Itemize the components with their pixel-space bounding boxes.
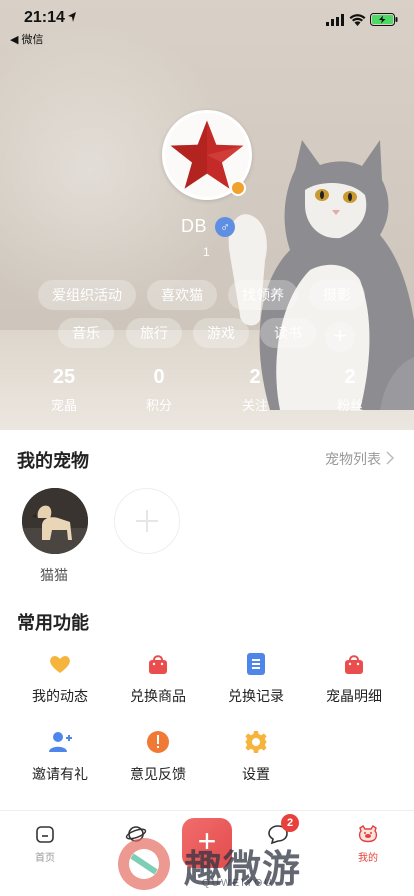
stat-label: 粉丝 xyxy=(336,398,363,413)
stat-followers[interactable]: 2 粉丝 xyxy=(310,366,390,414)
stat-label: 宠晶 xyxy=(50,398,77,413)
status-bar: 21:14 ◀ 微信 xyxy=(0,0,414,47)
gear-icon xyxy=(245,731,267,753)
interest-tag[interactable]: 游戏 xyxy=(193,318,249,348)
func-crystal-details[interactable]: 宠晶明细 xyxy=(304,652,404,706)
func-label: 兑换商品 xyxy=(130,688,186,704)
user-id: 1 xyxy=(203,245,210,259)
func-label: 宠晶明细 xyxy=(326,688,382,704)
func-feedback[interactable]: 意见反馈 xyxy=(108,730,208,784)
exclamation-icon xyxy=(147,731,169,753)
func-label: 意见反馈 xyxy=(130,766,186,782)
pet-avatar[interactable] xyxy=(22,488,88,554)
home-icon xyxy=(36,826,54,843)
interest-tag[interactable]: 摄影 xyxy=(309,280,365,310)
stat-points[interactable]: 0 积分 xyxy=(119,366,199,414)
stat-following[interactable]: 2 关注 xyxy=(215,366,295,414)
signal-icon xyxy=(326,14,344,26)
profile-header: 21:14 ◀ 微信 DB ♂ 1 爱组织活动 喜欢猫 找领养 摄影 音乐 旅行… xyxy=(0,0,414,430)
document-icon xyxy=(247,653,265,675)
stat-value: 2 xyxy=(344,366,356,388)
stat-label: 积分 xyxy=(145,398,172,413)
watermark-subtext: QUWEIYOU xyxy=(202,878,274,889)
interest-tag[interactable]: 旅行 xyxy=(126,318,182,348)
func-redeem-records[interactable]: 兑换记录 xyxy=(206,652,306,706)
dog-photo xyxy=(22,488,88,554)
add-pet-button[interactable] xyxy=(114,488,180,554)
pet-list-link[interactable]: 宠物列表 xyxy=(325,449,381,469)
my-pets-title: 我的宠物 xyxy=(17,451,89,471)
pig-icon xyxy=(358,825,378,843)
interest-tag[interactable]: 找领养 xyxy=(228,280,298,310)
stat-label: 关注 xyxy=(241,398,268,413)
stat-value: 2 xyxy=(249,366,261,388)
func-settings[interactable]: 设置 xyxy=(206,730,306,784)
wifi-icon xyxy=(349,14,366,26)
stat-value: 25 xyxy=(52,366,76,388)
tab-mine[interactable]: 我的 xyxy=(338,823,398,864)
func-my-posts[interactable]: 我的动态 xyxy=(10,652,110,706)
add-user-icon xyxy=(49,732,72,752)
func-redeem-goods[interactable]: 兑换商品 xyxy=(108,652,208,706)
user-nickname: DB xyxy=(181,216,208,236)
func-label: 我的动态 xyxy=(32,688,88,704)
chevron-right-icon[interactable] xyxy=(386,451,394,465)
edit-avatar-icon[interactable] xyxy=(230,180,246,196)
shopping-bag-icon xyxy=(149,655,167,674)
back-to-wechat-link[interactable]: ◀ 微信 xyxy=(10,31,44,47)
heart-icon xyxy=(50,656,70,673)
interest-tag[interactable]: 音乐 xyxy=(58,318,114,348)
tab-home[interactable]: 首页 xyxy=(15,823,75,864)
interest-tag[interactable]: 读书 xyxy=(260,318,316,348)
shopping-bag-icon xyxy=(345,655,363,674)
pet-name: 猫猫 xyxy=(40,567,68,583)
func-invite[interactable]: 邀请有礼 xyxy=(10,730,110,784)
gender-male-icon: ♂ xyxy=(215,217,235,237)
status-time: 21:14 xyxy=(24,9,65,26)
location-arrow-icon xyxy=(68,12,76,22)
battery-charging-icon xyxy=(370,13,398,26)
interest-tag[interactable]: 爱组织活动 xyxy=(38,280,136,310)
stat-value: 0 xyxy=(153,366,165,388)
common-functions-title: 常用功能 xyxy=(17,613,89,633)
stat-pet-crystal[interactable]: 25 宠晶 xyxy=(24,366,104,414)
interest-tag[interactable]: 喜欢猫 xyxy=(147,280,217,310)
tab-label: 首页 xyxy=(35,853,55,864)
func-label: 兑换记录 xyxy=(228,688,284,704)
add-tag-button[interactable]: + xyxy=(325,322,355,352)
func-label: 邀请有礼 xyxy=(32,766,88,782)
tab-label: 我的 xyxy=(358,853,378,864)
message-count-badge: 2 xyxy=(281,814,299,832)
func-label: 设置 xyxy=(242,766,270,782)
